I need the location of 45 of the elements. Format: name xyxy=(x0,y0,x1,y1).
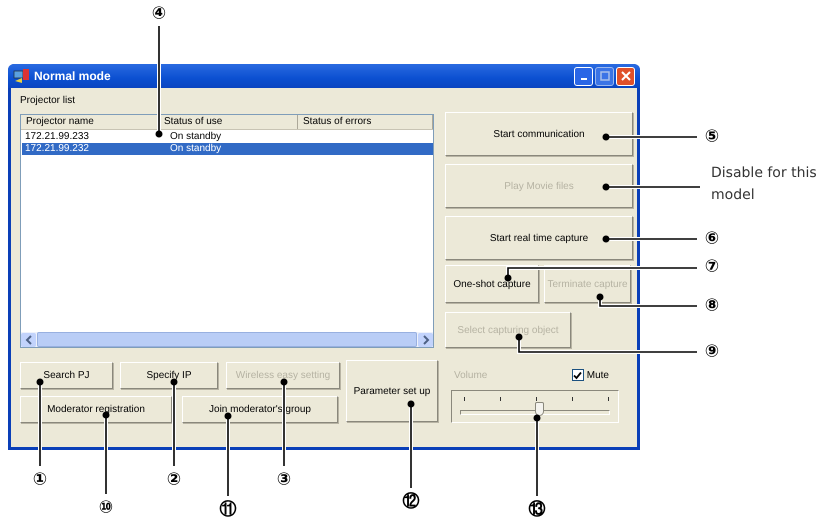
maximize-button[interactable] xyxy=(595,66,614,86)
projector-icon xyxy=(13,68,31,84)
capture-button[interactable]: One-shot capture xyxy=(445,265,539,303)
maximize-icon xyxy=(600,71,610,81)
column-header[interactable]: Status of errors xyxy=(298,115,433,129)
callout-number: ③ xyxy=(276,472,292,488)
chevron-left-icon xyxy=(24,334,32,344)
action-button[interactable]: Start real time capture xyxy=(445,216,633,260)
callout-number: ① xyxy=(32,472,48,488)
window-title: Normal mode xyxy=(34,69,111,83)
callout-number: ⑨ xyxy=(704,344,720,360)
close-button[interactable] xyxy=(616,66,635,86)
callout-number: ⑥ xyxy=(704,230,720,248)
projector-row[interactable]: 172.21.99.233 On standby xyxy=(22,131,433,143)
volume-slider[interactable] xyxy=(451,390,619,423)
callout-number: ⑦ xyxy=(704,258,720,276)
table-cell-text: 172.21.99.232 xyxy=(24,143,90,155)
callout-number: ④ xyxy=(152,6,166,22)
scroll-left-button[interactable] xyxy=(21,332,36,346)
mute-label: Mute xyxy=(586,370,609,380)
action-button[interactable]: Specify IP xyxy=(120,362,218,389)
action-button[interactable]: Moderator registration xyxy=(20,396,172,423)
callout-number: ⑩ xyxy=(98,500,114,516)
action-button[interactable]: Search PJ xyxy=(20,362,113,389)
scroll-right-button[interactable] xyxy=(418,332,433,346)
minimize-button[interactable] xyxy=(574,66,593,86)
table-cell-text: On standby xyxy=(169,131,222,143)
callout-number: ⑬ xyxy=(528,502,546,518)
table-cell-text: 172.21.99.233 xyxy=(24,131,90,143)
column-header[interactable]: Projector name xyxy=(21,115,159,129)
projector-row[interactable]: 172.21.99.232 On standby xyxy=(22,143,433,155)
close-icon xyxy=(620,71,630,81)
parameter-button[interactable]: Parameter set up xyxy=(346,360,438,422)
chevron-right-icon xyxy=(422,334,430,344)
action-button[interactable]: Join moderator's group xyxy=(182,396,338,423)
column-header[interactable]: Status of use xyxy=(159,115,298,129)
callout-number: ⑧ xyxy=(704,298,720,314)
callout-number: ⑫ xyxy=(402,494,420,510)
note-text: Disable for this model xyxy=(711,164,818,205)
callout-number: ⑤ xyxy=(704,128,720,146)
projector-list-label: Projector list xyxy=(20,94,76,108)
callout-number: ⑪ xyxy=(220,502,236,518)
callout-number: ② xyxy=(166,472,182,488)
table-cell-text: On standby xyxy=(169,143,222,155)
action-button[interactable]: Start communication xyxy=(445,112,633,156)
